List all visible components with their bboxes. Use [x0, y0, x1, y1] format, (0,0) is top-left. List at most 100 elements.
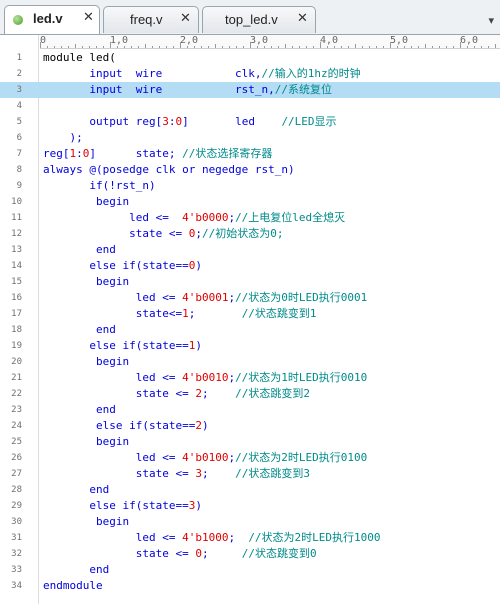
code-line[interactable]: 18 end — [0, 322, 500, 338]
code-token: begin — [43, 355, 130, 368]
close-icon[interactable]: ✕ — [83, 10, 94, 25]
code-line[interactable]: 17 state<=1; //状态跳变到1 — [0, 306, 500, 322]
ruler-tick — [117, 46, 118, 48]
code-line[interactable]: 21 led <= 4'b0010;//状态为1时LED执行0010 — [0, 370, 500, 386]
ruler-tick — [40, 42, 41, 48]
code-line[interactable]: 9 if(!rst_n) — [0, 178, 500, 194]
ruler-tick — [173, 46, 174, 48]
code-line[interactable]: 30 begin — [0, 514, 500, 530]
ruler-label: 3,0 — [250, 35, 269, 46]
code-token: 2 — [195, 419, 202, 432]
tab-top-led-v[interactable]: top_led.v ✕ — [202, 6, 316, 33]
code-token: reg[ — [43, 147, 70, 160]
ruler-label: 1,0 — [110, 35, 129, 46]
code-text: state <= 3; //状态跳变到3 — [43, 466, 310, 482]
tab-list-dropdown-icon[interactable]: ▾ — [488, 14, 494, 27]
code-line[interactable]: 26 led <= 4'b0100;//状态为2时LED执行0100 — [0, 450, 500, 466]
code-token: input wire rst_n, — [43, 83, 275, 96]
code-token: end — [43, 323, 116, 336]
line-number: 26 — [11, 453, 22, 463]
ruler-tick — [278, 46, 279, 48]
code-token: begin — [43, 435, 130, 448]
code-editor[interactable]: 1 module led(2 input wire clk,//输入的1hz的时钟… — [0, 50, 500, 594]
ruler-label: 2,0 — [180, 35, 199, 46]
code-token: begin — [43, 195, 130, 208]
code-text: end — [43, 402, 116, 418]
code-line[interactable]: 15 begin — [0, 274, 500, 290]
close-icon[interactable]: ✕ — [297, 11, 308, 26]
code-line[interactable]: 8 always @(posedge clk or negedge rst_n) — [0, 162, 500, 178]
ruler-tick — [138, 46, 139, 48]
code-line[interactable]: 4 — [0, 98, 500, 114]
code-line[interactable]: 20 begin — [0, 354, 500, 370]
code-line[interactable]: 22 state <= 2; //状态跳变到2 — [0, 386, 500, 402]
line-number: 22 — [11, 389, 22, 399]
code-line[interactable]: 7 reg[1:0] state; //状态选择寄存器 — [0, 146, 500, 162]
code-line[interactable]: 32 state <= 0; //状态跳变到0 — [0, 546, 500, 562]
code-text: endmodule — [43, 578, 103, 594]
line-number: 9 — [16, 181, 22, 191]
code-text: module led( — [43, 50, 116, 66]
ruler-tick — [474, 46, 475, 48]
code-line[interactable]: 16 led <= 4'b0001;//状态为0时LED执行0001 — [0, 290, 500, 306]
tab-label: freq.v — [130, 12, 163, 27]
code-line[interactable]: 13 end — [0, 242, 500, 258]
code-line[interactable]: 1 module led( — [0, 50, 500, 66]
code-line[interactable]: 24 else if(state==2) — [0, 418, 500, 434]
code-line[interactable]: 29 else if(state==3) — [0, 498, 500, 514]
code-line[interactable]: 10 begin — [0, 194, 500, 210]
code-line[interactable]: 6 ); — [0, 130, 500, 146]
code-line[interactable]: 31 led <= 4'b1000; //状态为2时LED执行1000 — [0, 530, 500, 546]
code-line[interactable]: 19 else if(state==1) — [0, 338, 500, 354]
line-number: 6 — [16, 133, 22, 143]
code-line[interactable]: 14 else if(state==0) — [0, 258, 500, 274]
code-text: input wire clk,//输入的1hz的时钟 — [43, 66, 360, 82]
ruler-tick — [187, 46, 188, 48]
code-token: //系统复位 — [274, 83, 333, 96]
tab-bar: led.v ✕ freq.v ✕ top_led.v ✕ ▾ — [0, 0, 500, 35]
tab-led-v[interactable]: led.v ✕ — [4, 5, 100, 34]
code-token: 4'b0001 — [182, 291, 229, 304]
line-number: 33 — [11, 565, 22, 575]
ruler-tick — [453, 46, 454, 48]
code-token: //LED显示 — [281, 115, 337, 128]
code-line[interactable]: 11 led <= 4'b0000;//上电复位led全熄灭 — [0, 210, 500, 226]
close-icon[interactable]: ✕ — [180, 11, 191, 26]
code-line[interactable]: 23 end — [0, 402, 500, 418]
ruler-tick — [383, 46, 384, 48]
code-text: led <= 4'b0001;//状态为0时LED执行0001 — [43, 290, 368, 306]
code-token: ] led — [182, 115, 282, 128]
tab-freq-v[interactable]: freq.v ✕ — [103, 6, 199, 33]
code-line[interactable]: 25 begin — [0, 434, 500, 450]
code-line[interactable]: 27 state <= 3; //状态跳变到3 — [0, 466, 500, 482]
code-line[interactable]: 12 state <= 0;//初始状态为0; — [0, 226, 500, 242]
ruler-tick — [439, 46, 440, 48]
code-line[interactable]: 5 output reg[3:0] led //LED显示 — [0, 114, 500, 130]
code-token: if(!rst_n) — [43, 179, 156, 192]
line-number: 25 — [11, 437, 22, 447]
code-text: else if(state==1) — [43, 338, 202, 354]
ruler-tick — [264, 46, 265, 48]
code-token: state <= — [43, 387, 196, 400]
code-line[interactable]: 2 input wire clk,//输入的1hz的时钟 — [0, 66, 500, 82]
code-line[interactable]: 33 end — [0, 562, 500, 578]
code-token: //状态选择寄存器 — [182, 147, 273, 160]
code-token: ; — [188, 307, 242, 320]
ruler-tick — [327, 46, 328, 48]
code-text: ); — [43, 130, 83, 146]
code-token: ); — [43, 131, 83, 144]
code-token: //状态为2时LED执行1000 — [248, 531, 381, 544]
code-token: else if(state== — [43, 419, 196, 432]
code-line[interactable]: 34 endmodule — [0, 578, 500, 594]
ruler-tick — [152, 46, 153, 48]
code-text: led <= 4'b0100;//状态为2时LED执行0100 — [43, 450, 368, 466]
code-text: state <= 0; //状态跳变到0 — [43, 546, 317, 562]
ruler-tick — [131, 46, 132, 48]
line-number: 7 — [16, 149, 22, 159]
line-number: 20 — [11, 357, 22, 367]
code-line[interactable]: 28 end — [0, 482, 500, 498]
code-text: end — [43, 322, 116, 338]
ruler-tick — [229, 46, 230, 48]
code-token: 3 — [195, 467, 202, 480]
code-line[interactable]: 3 input wire rst_n,//系统复位 — [0, 82, 500, 98]
